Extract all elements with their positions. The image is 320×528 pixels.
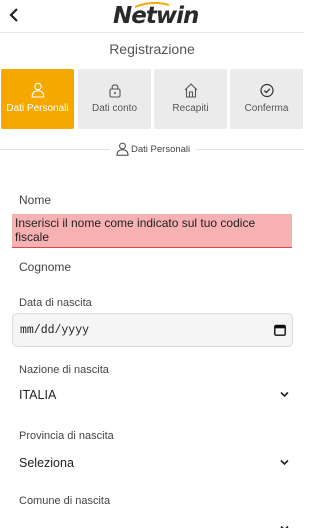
page-title: Registrazione [109, 41, 195, 57]
home-icon [184, 83, 197, 98]
netwin-logo: Netwin [113, 3, 199, 29]
lock-icon [108, 84, 121, 98]
nazione-value: ITALIA [19, 388, 57, 402]
registration-steps: Dati Personali Dati conto Recapiti Confe… [1, 69, 304, 129]
calendar-icon[interactable] [274, 324, 286, 336]
comune-label: Comune di nascita [19, 495, 111, 507]
step-label: Conferma [244, 103, 289, 114]
provincia-value: Seleziona [19, 456, 74, 470]
step-label: Dati Personali [6, 103, 69, 114]
section-title: Dati Personali [131, 143, 191, 155]
top-bar: Netwin [0, 0, 304, 33]
step-dati-personali[interactable]: Dati Personali [1, 69, 74, 129]
step-recapiti[interactable]: Recapiti [154, 69, 227, 129]
comune-select[interactable] [19, 518, 293, 528]
step-label: Recapiti [172, 103, 209, 114]
provincia-select[interactable]: Seleziona [19, 452, 293, 474]
step-dati-conto[interactable]: Dati conto [78, 69, 151, 129]
step-label: Dati conto [91, 103, 138, 114]
chevron-left-icon[interactable] [6, 6, 22, 24]
person-icon [31, 82, 44, 98]
check-circle-icon [259, 83, 274, 98]
data-nascita-input[interactable]: mm/dd/yyyy [12, 313, 293, 347]
nome-error-message: Inserisci il nome come indicato sul tuo … [12, 214, 292, 248]
nome-label: Nome [19, 193, 52, 207]
chevron-down-icon [280, 459, 289, 466]
person-icon [116, 142, 129, 156]
section-header: Dati Personali [110, 140, 197, 158]
nazione-select[interactable]: ITALIA [19, 384, 293, 406]
cognome-label: Cognome [19, 260, 72, 274]
data-nascita-label: Data di nascita [19, 297, 92, 309]
chevron-down-icon [280, 391, 289, 398]
nazione-label: Nazione di nascita [19, 364, 109, 376]
provincia-label: Provincia di nascita [19, 430, 114, 442]
date-placeholder: mm/dd/yyyy [20, 323, 90, 337]
step-conferma[interactable]: Conferma [230, 69, 303, 129]
